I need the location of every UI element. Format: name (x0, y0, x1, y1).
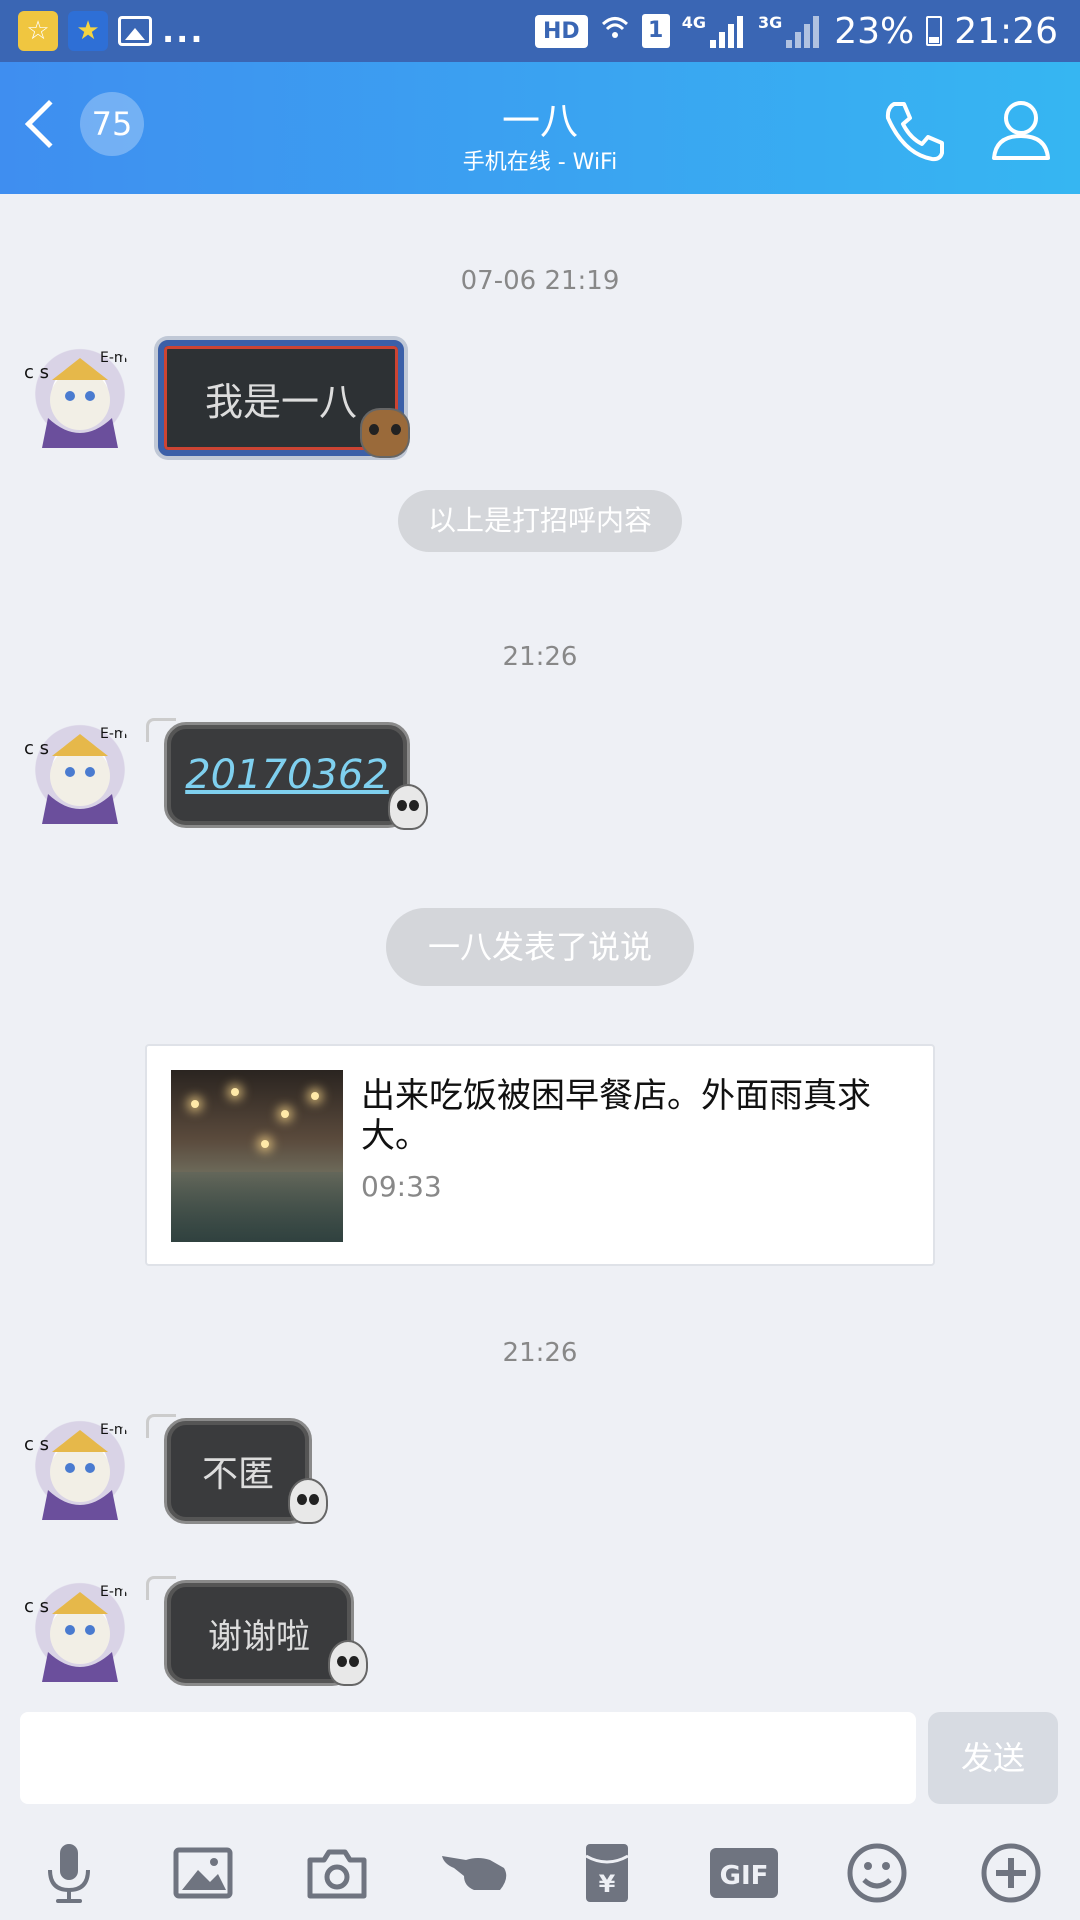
message-text: 不匿 (201, 1454, 274, 1495)
add-more-icon[interactable] (976, 1838, 1046, 1908)
message-bubble[interactable]: 谢谢啦 (164, 1580, 354, 1686)
more-notifications: ... (162, 12, 205, 50)
message-link-text[interactable]: 20170362 (185, 752, 389, 798)
star-icon: ★ (68, 11, 108, 51)
signal-icon (709, 14, 746, 48)
svg-text:E-mc²: E-mc² (100, 350, 141, 366)
chat-header: 75 一八 手机在线 - WiFi (0, 62, 1080, 194)
input-toolbar: ¥ GIF (0, 1820, 1080, 1920)
poke-icon[interactable] (438, 1838, 514, 1908)
hd-icon: HD (535, 14, 588, 48)
image-icon[interactable] (168, 1838, 238, 1908)
svg-text:c s: c s (24, 1596, 49, 1617)
shared-post-card[interactable]: 出来吃饭被困早餐店。外面雨真求大。 09:33 (145, 1044, 935, 1266)
contact-avatar[interactable]: c s E-mc² (18, 338, 142, 462)
timestamp: 21:26 (502, 642, 578, 672)
message-bubble[interactable]: 20170362 (164, 722, 410, 828)
status-bar: ☆ ★ ... HD 1 4G 3G 23% 21:26 (0, 0, 1080, 62)
gallery-icon (118, 16, 152, 46)
contact-avatar[interactable]: c s E-mc² (18, 1410, 142, 1534)
bubble-decoration-icon (360, 408, 410, 458)
clock: 21:26 (954, 10, 1058, 52)
skull-icon (388, 784, 428, 830)
battery-percent: 23% (834, 10, 915, 52)
svg-text:E-mc²: E-mc² (100, 1422, 141, 1438)
post-text: 出来吃饭被困早餐店。外面雨真求大。 (361, 1076, 871, 1156)
skull-icon (328, 1640, 368, 1686)
network-type-label: 4G (681, 12, 706, 32)
skull-icon (288, 1478, 328, 1524)
microphone-icon[interactable] (34, 1838, 104, 1908)
timestamp: 07-06 21:19 (460, 266, 620, 296)
battery-icon (926, 16, 943, 46)
svg-text:c s: c s (24, 362, 49, 383)
gif-icon[interactable]: GIF (706, 1838, 782, 1908)
wifi-icon (600, 13, 630, 50)
camera-icon[interactable] (302, 1838, 372, 1908)
svg-text:c s: c s (24, 1434, 49, 1455)
phone-call-icon[interactable] (880, 96, 950, 166)
gif-label: GIF (720, 1861, 769, 1891)
post-time: 09:33 (361, 1170, 442, 1203)
network-type-label-2: 3G (757, 12, 783, 32)
system-notice: 一八发表了说说 (386, 908, 694, 986)
message-text: 我是一八 (204, 379, 357, 424)
post-thumbnail (171, 1070, 343, 1242)
send-button[interactable]: 发送 (928, 1712, 1058, 1804)
contact-avatar[interactable]: c s E-mc² (18, 1572, 142, 1696)
contact-profile-icon[interactable] (986, 94, 1056, 164)
message-input[interactable] (20, 1712, 916, 1804)
sim-icon: 1 (641, 14, 670, 48)
emoji-icon[interactable] (842, 1838, 912, 1908)
svg-text:E-mc²: E-mc² (100, 1584, 141, 1600)
contact-avatar[interactable]: c s E-mc² (18, 714, 142, 838)
svg-text:¥: ¥ (599, 1870, 616, 1898)
system-notice: 以上是打招呼内容 (398, 490, 682, 552)
signal-icon-2 (786, 14, 822, 48)
svg-text:c s: c s (24, 738, 49, 759)
app-notification-icon: ☆ (18, 11, 58, 51)
message-text: 谢谢啦 (208, 1616, 310, 1657)
red-packet-icon[interactable]: ¥ (572, 1838, 642, 1908)
svg-text:E-mc²: E-mc² (100, 726, 141, 742)
message-input-row: 发送 (0, 1700, 1080, 1810)
timestamp: 21:26 (502, 1338, 578, 1368)
